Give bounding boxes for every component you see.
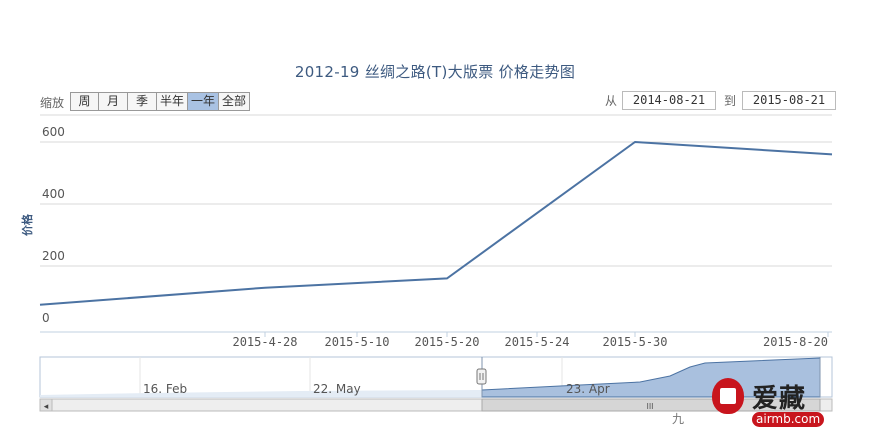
y-tick-labels: 0 200 400 600 [42,125,65,325]
x-tick-labels: 2015-4-28 2015-5-10 2015-5-20 2015-5-24 2015… [232,332,829,349]
x-tick-label: 2015-5-24 [504,335,569,349]
y-tick-label: 200 [42,249,65,263]
seal-icon [712,378,744,414]
navigator-label-feb: 16. Feb [143,382,187,396]
watermark-partial-text: 九 [672,412,685,426]
y-tick-label: 400 [42,187,65,201]
left-arrow-icon: ◂ [44,402,49,412]
watermark-brand: 爱藏 [752,384,807,414]
x-tick-label: 2015-5-10 [324,335,389,349]
price-series-line[interactable] [39,140,833,306]
watermark-logo: 爱藏 airmb.com [712,374,862,430]
y-tick-label: 600 [42,125,65,139]
navigator-label-apr: 23. Apr [566,382,610,396]
x-tick-label: 2015-8-20 [763,335,828,349]
x-tick-label: 2015-5-20 [414,335,479,349]
y-axis-label: 价格 [20,213,34,236]
y-tick-label: 0 [42,311,50,325]
x-tick-label: 2015-4-28 [232,335,297,349]
scrollbar-grip-icon: III [646,402,653,411]
watermark-url: airmb.com [752,412,825,427]
navigator-left-handle[interactable] [476,368,487,385]
navigator-label-may: 22. May [313,382,361,396]
grid-lines [40,114,832,267]
chart-canvas: 0 200 400 600 价格 2015-4-28 2015-5-10 2015-5-2… [20,114,833,412]
x-tick-label: 2015-5-30 [602,335,667,349]
